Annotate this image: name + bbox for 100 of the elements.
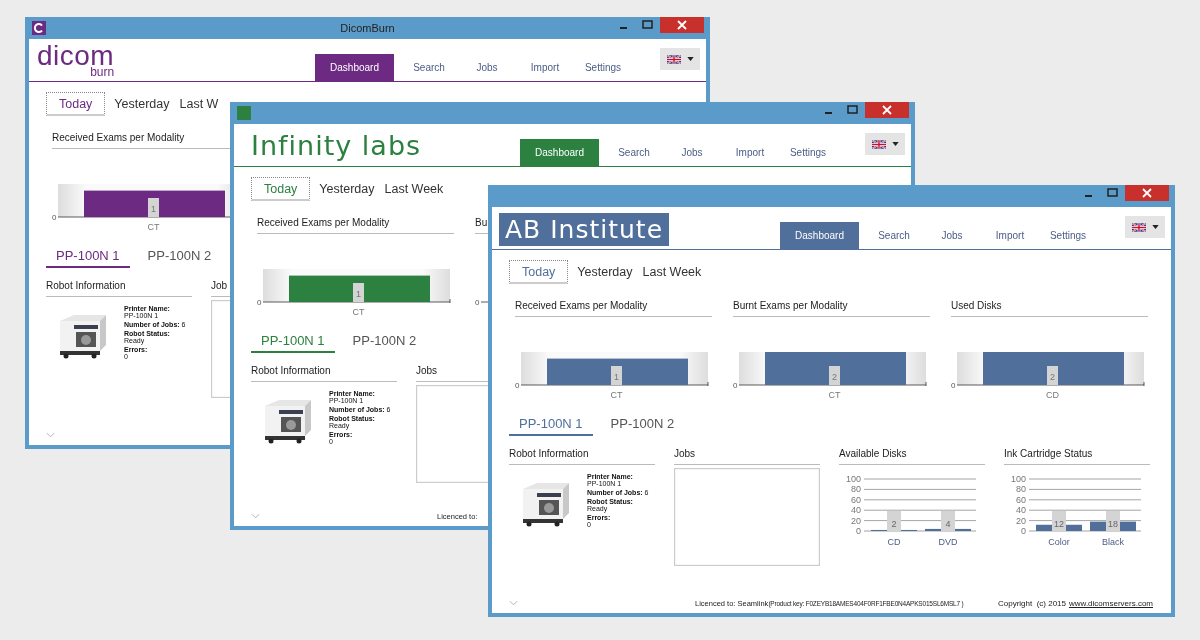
panel-title: Available Disks [839,448,985,465]
value-label: 4 [941,511,955,531]
category-label: Color [1048,537,1070,547]
logo-text: AB Institute [499,212,670,246]
nav-tab[interactable]: Import [981,222,1039,249]
nav-tab[interactable]: Settings [779,139,837,166]
close-icon[interactable] [865,102,909,118]
printer-tab[interactable]: PP-100N 1 [509,413,593,436]
panel-title: Ink Cartridge Status [1004,448,1150,465]
nav-tab[interactable]: Jobs [923,222,981,249]
data-label: 2 [1049,372,1056,382]
category-label: Black [1102,537,1124,547]
nav-tab[interactable]: Import [516,54,574,81]
printer-tab[interactable]: PP-100N 1 [46,245,130,268]
data-label: 1 [355,289,362,299]
flag-icon [1131,222,1146,232]
printer-tab[interactable]: PP-100N 2 [600,413,685,436]
value-label: 12 [1052,511,1066,531]
flag-icon [666,54,681,64]
axis-tick: 0 [1021,526,1026,536]
date-tab[interactable]: Last Week [379,177,449,201]
caret-icon [1151,225,1159,229]
value-label: 1 [148,198,159,217]
axis-tick: 0 [475,298,480,307]
axis-tick: 60 [1016,494,1026,505]
axis-line [480,301,490,303]
panel-title: Robot Information [251,365,397,382]
data-label: 12 [1053,519,1065,529]
category-label: DVD [938,537,958,547]
nav-tab[interactable]: Import [721,139,779,166]
nav-tab[interactable]: Search [400,54,458,81]
printer-tab[interactable]: PP-100N 2 [137,245,222,268]
printer-tab[interactable]: PP-100N 1 [251,330,335,353]
close-icon[interactable] [660,17,704,33]
axis-tick: 20 [851,515,861,526]
nav-tab[interactable]: Dashboard [315,54,394,81]
category-label: CT [352,307,365,317]
value-label: 1 [611,366,622,385]
category-label: CD [1046,390,1059,400]
nav-tab[interactable]: Search [865,222,923,249]
data-label: 18 [1107,519,1119,529]
value-label: 2 [887,511,901,531]
website-link[interactable]: www.dicomservers.com [1069,598,1153,608]
value-label: 1 [353,283,364,302]
axis-tick: 80 [851,484,861,495]
value-label: 2 [829,366,840,385]
date-tab[interactable]: Today [46,92,106,116]
chart-title: Used Disks [951,300,1148,317]
nav-tab[interactable]: Settings [574,54,632,81]
window-title: DicomBurn [340,22,395,34]
data-label: 2 [891,519,897,529]
date-tab[interactable]: Last W [174,92,224,116]
category-label: CT [828,390,841,400]
chart-title: Received Exams per Modality [257,217,454,234]
printer-tab[interactable]: PP-100N 2 [342,330,427,353]
caret-icon [686,57,694,61]
data-label: 2 [831,372,838,382]
category-label: CT [147,222,160,232]
axis-tick: 0 [733,381,738,390]
axis-tick: 100 [1010,474,1026,484]
language-button[interactable] [1125,216,1165,238]
axis-tick: 40 [1016,505,1026,516]
axis-tick: 0 [52,213,57,222]
data-label: 4 [945,519,951,529]
category-label: CT [610,390,623,400]
value-label: 18 [1106,511,1120,531]
chart-title: Received Exams per Modality [515,300,712,317]
axis-tick: 20 [1016,515,1026,526]
caret-icon [891,142,899,146]
nav-tab[interactable]: Dashboard [520,139,599,166]
close-icon[interactable] [1125,185,1169,201]
panel-title: Robot Information [46,280,192,297]
date-tab[interactable]: Today [251,177,311,201]
chart-title: Burnt Exams per Modality [733,300,930,317]
date-tab[interactable]: Last Week [637,260,707,284]
axis-tick: 60 [851,494,861,505]
axis-tick: 0 [257,298,262,307]
axis-tick: 80 [1016,484,1026,495]
value-label: 2 [1047,366,1058,385]
date-tab[interactable]: Yesterday [572,260,638,284]
date-tab[interactable]: Today [509,260,569,284]
axis-tick: 100 [845,474,861,484]
flag-icon [871,139,886,149]
nav-tab[interactable]: Dashboard [780,222,859,249]
nav-tab[interactable]: Jobs [663,139,721,166]
axis-tick: 0 [951,381,956,390]
nav-tab[interactable]: Jobs [458,54,516,81]
axis-tick: 0 [856,526,861,536]
data-label: 1 [150,204,157,214]
panel-title: Jobs [674,448,820,465]
date-tab[interactable]: Yesterday [109,92,175,116]
copyright-text: Copyright (c) 2015 [997,598,1066,608]
nav-tab[interactable]: Search [605,139,663,166]
axis-tick: 0 [515,381,520,390]
nav-tab[interactable]: Settings [1039,222,1097,249]
language-button[interactable] [865,133,905,155]
data-label: 1 [613,372,620,382]
logo-text: Infinity labs [251,129,422,161]
language-button[interactable] [660,48,700,70]
date-tab[interactable]: Yesterday [314,177,380,201]
